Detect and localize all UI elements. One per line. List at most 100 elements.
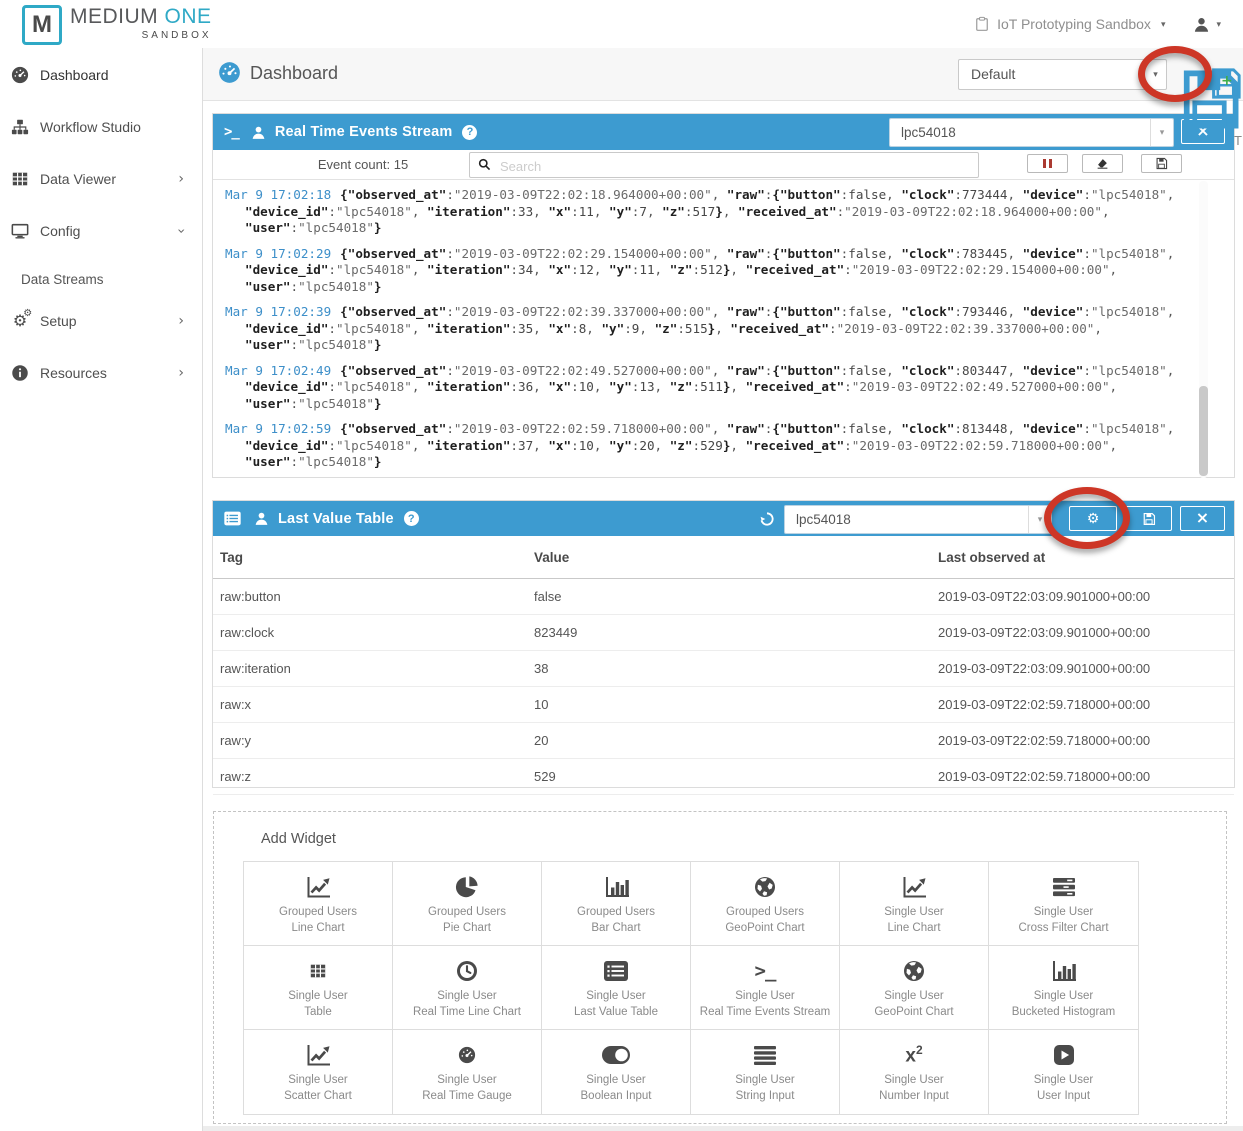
add-widget-single-user-bucketed-histogram[interactable]: Single UserBucketed Histogram: [989, 946, 1138, 1030]
gauge-icon: [9, 66, 31, 84]
lvt-device-input[interactable]: [785, 506, 1051, 533]
add-widget-single-user-geopoint-chart[interactable]: Single UserGeoPoint Chart: [840, 946, 989, 1030]
search-icon: [478, 158, 491, 171]
refresh-icon[interactable]: [759, 511, 775, 527]
page-title: Dashboard: [250, 63, 338, 84]
sidebar-item-dashboard[interactable]: Dashboard: [0, 58, 202, 92]
cell-value: 10: [534, 697, 548, 712]
sidebar-item-workflow-studio[interactable]: Workflow Studio: [0, 110, 202, 144]
export-button[interactable]: [1141, 154, 1182, 173]
histogram-icon: [1050, 956, 1077, 986]
user-menu[interactable]: ▾: [1193, 16, 1221, 33]
table-icon: [309, 956, 327, 986]
add-widget-single-user-last-value-table[interactable]: Single UserLast Value Table: [542, 946, 691, 1030]
sidebar-item-config[interactable]: Config ›: [0, 214, 202, 248]
clipboard-icon: [975, 16, 989, 32]
search-input[interactable]: [498, 153, 972, 179]
gauge-icon: [458, 1040, 476, 1070]
globe-icon: [753, 872, 777, 902]
widget-card-line2: Bucketed Histogram: [1012, 1004, 1116, 1020]
cell-last-observed: 2019-03-09T22:02:59.718000+00:00: [938, 697, 1150, 712]
table-row: raw:buttonfalse2019-03-09T22:03:09.90100…: [213, 579, 1234, 615]
add-widget-single-user-boolean-input[interactable]: Single UserBoolean Input: [542, 1030, 691, 1114]
rtes-header: >_ Real Time Events Stream ? ▾ ×: [213, 114, 1234, 150]
lvt-device-select[interactable]: ▾: [784, 505, 1052, 534]
cell-last-observed: 2019-03-09T22:03:09.901000+00:00: [938, 625, 1150, 640]
add-widget-single-user-user-input[interactable]: Single UserUser Input: [989, 1030, 1138, 1114]
add-widget-grouped-users-line-chart[interactable]: Grouped UsersLine Chart: [244, 862, 393, 946]
add-widget-single-user-real-time-line-chart[interactable]: Single UserReal Time Line Chart: [393, 946, 542, 1030]
sitemap-icon: [9, 118, 31, 136]
chevron-down-icon: ›: [174, 228, 188, 234]
rtes-search[interactable]: [469, 152, 979, 178]
event-log-entry: Mar 9 17:02:29{"observed_at":"2019-03-09…: [225, 246, 1182, 296]
sidebar-item-label: Resources: [40, 365, 107, 381]
table-row: raw:x 10 2019-03-09T22:02:59.718000+00:00: [213, 687, 1234, 723]
widget-card-line2: Line Chart: [291, 920, 344, 936]
sidebar-item-label: Workflow Studio: [40, 119, 141, 135]
person-icon: [251, 125, 266, 140]
add-widget-single-user-cross-filter-chart[interactable]: Single UserCross Filter Chart: [989, 862, 1138, 946]
sidebar-item-label: Setup: [40, 313, 77, 329]
log-scrollbar-thumb[interactable]: [1199, 386, 1208, 476]
widget-card-line1: Single User: [884, 904, 943, 920]
dashboard-select[interactable]: Default ▾: [958, 59, 1167, 90]
help-icon[interactable]: ?: [404, 511, 419, 526]
widget-card-line2: User Input: [1037, 1088, 1090, 1104]
add-widget-grouped-users-bar-chart[interactable]: Grouped UsersBar Chart: [542, 862, 691, 946]
lvt-column-headers: Tag Value Last observed at: [213, 536, 1234, 579]
rtes-title: Real Time Events Stream: [275, 124, 453, 140]
add-widget-single-user-table[interactable]: Single UserTable: [244, 946, 393, 1030]
caret-down-icon: ▾: [1153, 70, 1158, 80]
project-switcher[interactable]: IoT Prototyping Sandbox ▾ ▾: [975, 0, 1243, 48]
sidebar-item-setup[interactable]: ⚙⚙Setup›: [0, 304, 202, 338]
widget-card-line1: Grouped Users: [726, 904, 804, 920]
caret-down-icon: ▾: [1038, 515, 1043, 525]
add-widget-title: Add Widget: [261, 831, 336, 847]
clear-button[interactable]: [1082, 154, 1123, 173]
page-header: Dashboard Default ▾ +: [203, 48, 1243, 101]
add-widget-single-user-line-chart[interactable]: Single UserLine Chart: [840, 862, 989, 946]
cell-tag: raw:z: [220, 769, 251, 784]
add-widget-grouped-users-geopoint-chart[interactable]: Grouped UsersGeoPoint Chart: [691, 862, 840, 946]
column-header-last-observed: Last observed at: [938, 550, 1045, 565]
help-icon[interactable]: ?: [462, 125, 477, 140]
add-widget-grouped-users-pie-chart[interactable]: Grouped UsersPie Chart: [393, 862, 542, 946]
widget-card-line2: Number Input: [879, 1088, 949, 1104]
medium-one-logo[interactable]: M MEDIUM ONE SANDBOX: [22, 5, 212, 45]
add-widget-single-user-real-time-gauge[interactable]: Single UserReal Time Gauge: [393, 1030, 542, 1114]
add-widget-single-user-string-input[interactable]: Single UserString Input: [691, 1030, 840, 1114]
lvt-settings-button[interactable]: ⚙: [1069, 506, 1117, 531]
cell-value: 20: [534, 733, 548, 748]
sidebar-item-label: Config: [40, 223, 80, 239]
cell-tag: raw:x: [220, 697, 251, 712]
widget-card-line1: Single User: [884, 988, 943, 1004]
save-as-new-dashboard-button[interactable]: +: [1208, 66, 1243, 101]
add-widget-single-user-scatter-chart[interactable]: Single UserScatter Chart: [244, 1030, 393, 1114]
sidebar-item-data-viewer[interactable]: Data Viewer›: [0, 162, 202, 196]
cell-last-observed: 2019-03-09T22:03:09.901000+00:00: [938, 589, 1150, 604]
lvt-save-button[interactable]: [1125, 506, 1172, 531]
sidebar-item-resources[interactable]: Resources›: [0, 356, 202, 390]
plus-icon: +: [1221, 74, 1233, 88]
lvt-close-button[interactable]: ×: [1180, 506, 1225, 531]
cell-value: 38: [534, 661, 548, 676]
sidebar-item-data-streams[interactable]: Data Streams: [0, 262, 202, 296]
widget-card-line2: String Input: [736, 1088, 795, 1104]
cell-tag: raw:clock: [220, 625, 274, 640]
cell-last-observed: 2019-03-09T22:03:09.901000+00:00: [938, 661, 1150, 676]
widget-card-line2: GeoPoint Chart: [725, 920, 804, 936]
rtes-device-input[interactable]: [890, 119, 1173, 146]
cell-value: false: [534, 589, 561, 604]
add-widget-single-user-number-input[interactable]: x2Single UserNumber Input: [840, 1030, 989, 1114]
sidebar-item-label: Data Streams: [21, 272, 104, 287]
pause-button[interactable]: [1027, 154, 1068, 173]
log-scrollbar[interactable]: [1199, 181, 1208, 478]
widget-card-line2: Real Time Line Chart: [413, 1004, 521, 1020]
sidebar-item-label: Data Viewer: [40, 171, 116, 187]
caret-down-icon: ▾: [1216, 20, 1221, 30]
rtes-device-select[interactable]: ▾: [889, 118, 1174, 147]
add-widget-single-user-real-time-events-stream[interactable]: >_Single UserReal Time Events Stream: [691, 946, 840, 1030]
bar-chart-icon: [603, 872, 630, 902]
event-log-entries: Mar 9 17:02:18{"observed_at":"2019-03-09…: [225, 187, 1182, 471]
